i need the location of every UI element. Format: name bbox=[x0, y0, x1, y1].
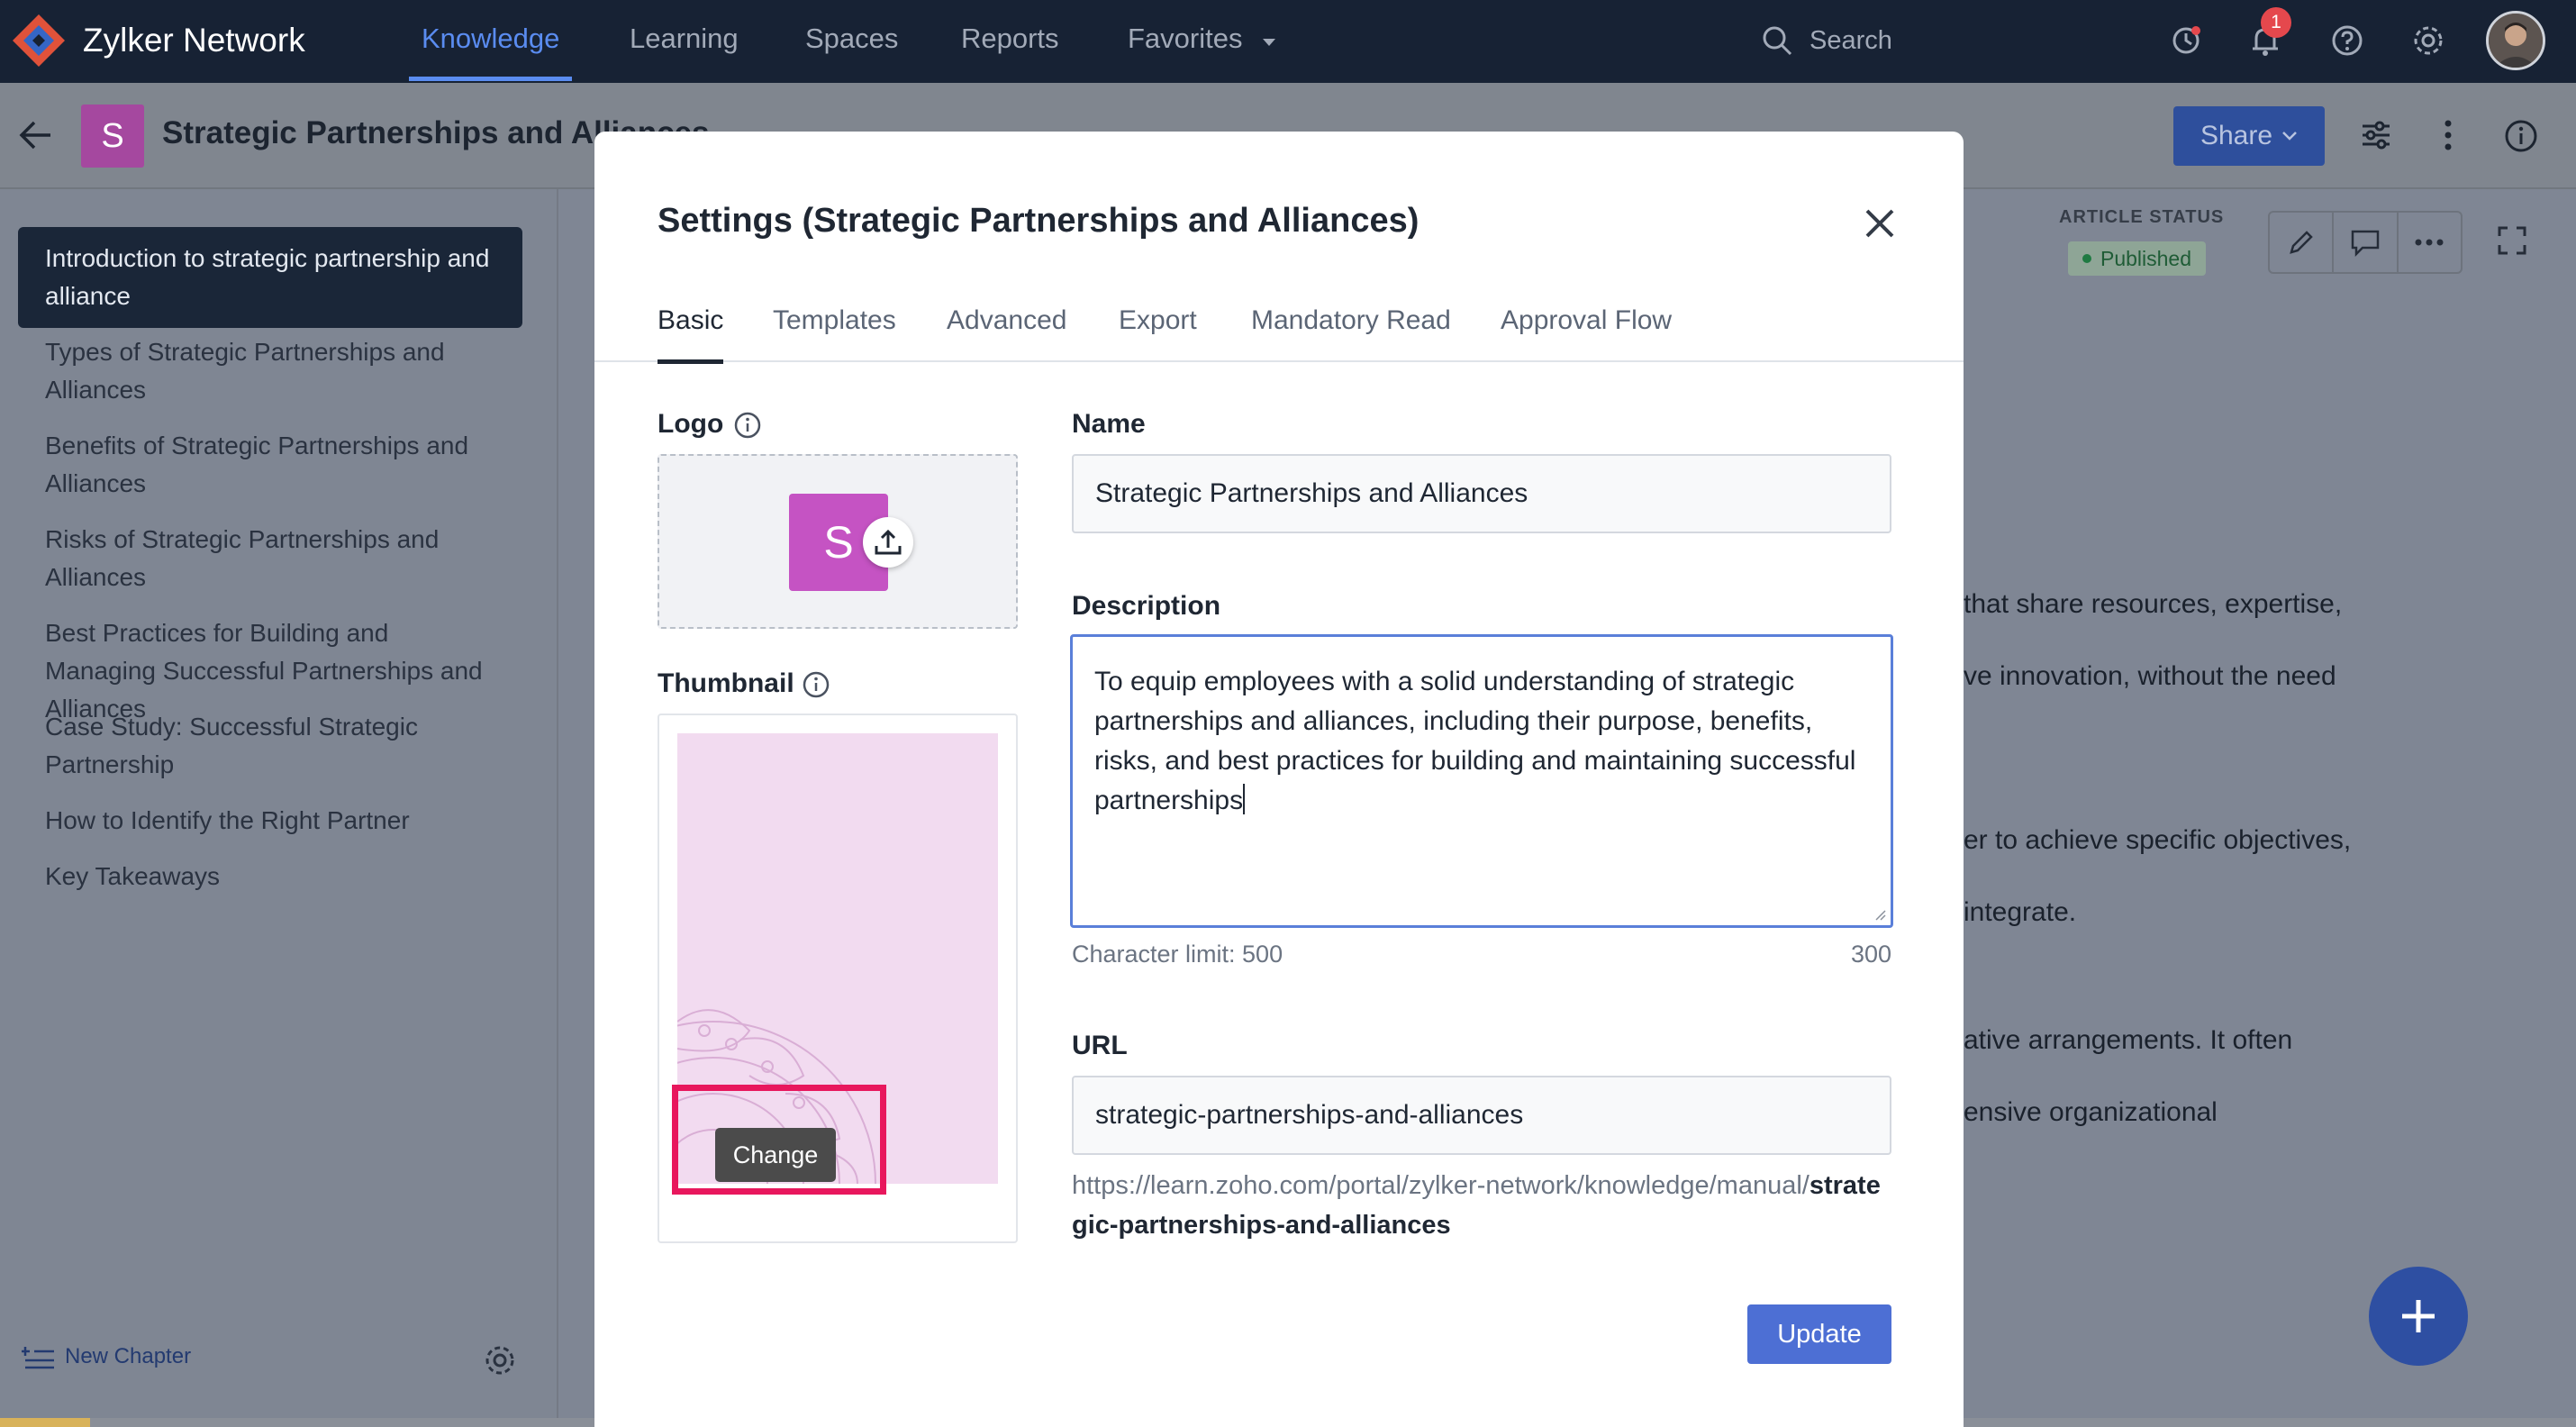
nav-tab-spaces[interactable]: Spaces bbox=[805, 0, 898, 83]
resize-grip-icon[interactable] bbox=[1873, 907, 1887, 922]
brand-name: Zylker Network bbox=[83, 22, 305, 59]
notification-badge: 1 bbox=[2261, 7, 2291, 38]
add-list-icon bbox=[22, 1347, 54, 1369]
upload-icon[interactable] bbox=[863, 517, 913, 568]
tab-mandatory-read[interactable]: Mandatory Read bbox=[1251, 299, 1451, 362]
nav-tab-learning[interactable]: Learning bbox=[630, 0, 739, 83]
new-chapter-button[interactable]: New Chapter bbox=[22, 1344, 191, 1369]
settings-modal: Settings (Strategic Partnerships and All… bbox=[594, 132, 1964, 1427]
logo-upload-area[interactable]: S bbox=[658, 454, 1018, 629]
brand[interactable]: Zylker Network bbox=[7, 9, 305, 72]
comment-icon[interactable] bbox=[2334, 213, 2399, 272]
expand-icon[interactable] bbox=[2497, 225, 2527, 256]
article-text-line: er to achieve specific objectives, bbox=[1964, 825, 2352, 855]
article-text-line: ve innovation, without the need bbox=[1964, 661, 2336, 691]
thumbnail-label: Thumbnail bbox=[658, 668, 794, 698]
article-toolbar bbox=[2268, 211, 2463, 274]
help-icon[interactable] bbox=[2327, 20, 2368, 61]
status-badge: Published bbox=[2068, 241, 2207, 276]
gear-icon[interactable] bbox=[2408, 20, 2449, 61]
nav-tab-favorites[interactable]: Favorites bbox=[1128, 0, 1277, 83]
character-count: 300 bbox=[1850, 941, 1891, 968]
chapter-sidebar: Introduction to strategic partnership an… bbox=[0, 189, 558, 1427]
nav-tab-knowledge[interactable]: Knowledge bbox=[408, 0, 573, 83]
edit-pencil-icon[interactable] bbox=[2270, 213, 2335, 272]
info-icon[interactable] bbox=[733, 411, 762, 440]
url-input[interactable]: strategic-partnerships-and-alliances bbox=[1072, 1076, 1891, 1155]
logo-label: Logo bbox=[658, 409, 724, 439]
user-avatar[interactable] bbox=[2486, 11, 2545, 70]
description-text: To equip employees with a solid understa… bbox=[1094, 667, 1856, 815]
search-icon bbox=[1763, 26, 1792, 56]
search-placeholder: Search bbox=[1810, 25, 1892, 55]
share-button-label: Share bbox=[2200, 121, 2273, 150]
article-status-label: ARTICLE STATUS bbox=[2059, 207, 2225, 227]
add-fab-button[interactable] bbox=[2369, 1267, 2468, 1366]
info-icon[interactable] bbox=[802, 670, 830, 699]
article-text-line: integrate. bbox=[1964, 897, 2077, 927]
toc-item-introduction[interactable]: Introduction to strategic partnership an… bbox=[18, 227, 522, 328]
url-prefix: https://learn.zoho.com/portal/zylker-net… bbox=[1072, 1171, 1810, 1200]
close-icon[interactable] bbox=[1860, 204, 1900, 243]
nav-tab-favorites-label: Favorites bbox=[1128, 23, 1243, 54]
article-text-line: that share resources, expertise, bbox=[1964, 589, 2343, 619]
more-vertical-icon[interactable] bbox=[2439, 119, 2457, 151]
settings-tabs: Basic Templates Advanced Export Mandator… bbox=[594, 299, 1964, 364]
toc-item-identify-partner[interactable]: How to Identify the Right Partner bbox=[18, 789, 522, 852]
toc-item-key-takeaways[interactable]: Key Takeaways bbox=[18, 845, 522, 908]
text-caret bbox=[1243, 784, 1246, 814]
description-label: Description bbox=[1072, 591, 1221, 621]
name-input[interactable]: Strategic Partnerships and Alliances bbox=[1072, 454, 1891, 533]
sidebar-settings-gear-icon[interactable] bbox=[482, 1342, 518, 1378]
name-label: Name bbox=[1072, 409, 1146, 439]
toc-item-types[interactable]: Types of Strategic Partnerships and Alli… bbox=[18, 321, 522, 422]
chevron-down-icon bbox=[2282, 132, 2297, 141]
search-box[interactable]: Search bbox=[1761, 20, 1892, 61]
share-button[interactable]: Share bbox=[2173, 106, 2325, 166]
article-text-line: ensive organizational bbox=[1964, 1097, 2218, 1127]
tab-templates[interactable]: Templates bbox=[773, 299, 896, 362]
toc-item-risks[interactable]: Risks of Strategic Partnerships and Alli… bbox=[18, 508, 522, 609]
modal-title: Settings (Strategic Partnerships and All… bbox=[658, 202, 1420, 240]
tab-approval-flow[interactable]: Approval Flow bbox=[1501, 299, 1672, 362]
tab-export[interactable]: Export bbox=[1119, 299, 1197, 362]
update-button[interactable]: Update bbox=[1747, 1304, 1891, 1364]
toc-item-benefits[interactable]: Benefits of Strategic Partnerships and A… bbox=[18, 414, 522, 515]
description-textarea[interactable]: To equip employees with a solid understa… bbox=[1070, 634, 1893, 928]
plus-icon bbox=[2402, 1300, 2435, 1332]
url-label: URL bbox=[1072, 1031, 1128, 1060]
history-icon[interactable] bbox=[2165, 20, 2207, 61]
tab-basic[interactable]: Basic bbox=[658, 299, 724, 364]
chevron-down-icon bbox=[1263, 39, 1276, 46]
url-preview[interactable]: https://learn.zoho.com/portal/zylker-net… bbox=[1072, 1166, 1893, 1245]
article-text-line: ative arrangements. It often bbox=[1964, 1025, 2293, 1055]
book-icon: S bbox=[81, 105, 144, 168]
tab-advanced[interactable]: Advanced bbox=[947, 299, 1066, 362]
toc-item-case-study[interactable]: Case Study: Successful Strategic Partner… bbox=[18, 695, 522, 796]
back-arrow-icon[interactable] bbox=[18, 119, 54, 151]
zylker-logo-icon bbox=[13, 14, 65, 67]
change-button-highlight bbox=[672, 1085, 886, 1195]
filter-sliders-icon[interactable] bbox=[2360, 119, 2392, 151]
nav-tab-reports[interactable]: Reports bbox=[961, 0, 1059, 83]
character-limit: Character limit: 500 bbox=[1072, 941, 1283, 968]
more-horizontal-icon[interactable] bbox=[2399, 213, 2461, 272]
new-chapter-label: New Chapter bbox=[65, 1344, 192, 1368]
info-icon[interactable] bbox=[2504, 119, 2538, 153]
top-navigation-bar: Zylker Network Knowledge Learning Spaces… bbox=[0, 0, 2576, 83]
